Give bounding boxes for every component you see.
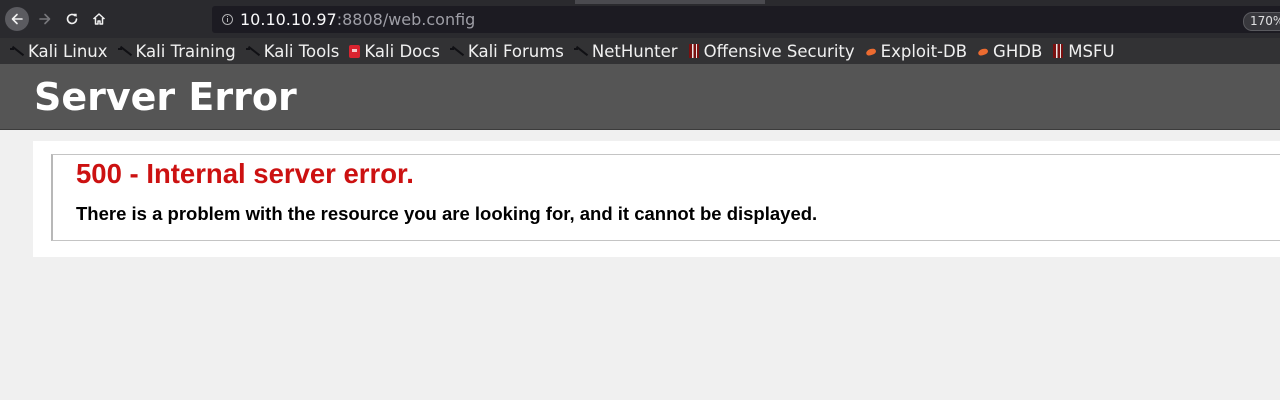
reload-icon (66, 13, 78, 25)
info-icon[interactable] (222, 14, 233, 25)
bookmark-ghdb[interactable]: GHDB (977, 42, 1042, 61)
bookmark-label: Exploit-DB (880, 41, 968, 61)
bookmark-kali-tools[interactable]: Kali Tools (245, 41, 340, 61)
home-icon (92, 13, 106, 25)
bookmark-kali-training[interactable]: Kali Training (117, 41, 236, 61)
reload-button[interactable] (60, 7, 84, 31)
error-title: 500 - Internal server error. (76, 158, 414, 189)
bookmark-label: Kali Linux (28, 41, 108, 61)
error-message: There is a problem with the resource you… (76, 203, 818, 224)
bookmark-offensive-security[interactable]: Offensive Security (688, 42, 855, 61)
url-path: :8808/web.config (336, 10, 476, 29)
home-button[interactable] (87, 7, 111, 31)
bookmark-label: Kali Forums (467, 41, 564, 61)
bookmark-label: NetHunter (591, 41, 678, 61)
back-button[interactable] (5, 7, 29, 31)
bookmark-msfu[interactable]: MSFU (1052, 41, 1115, 61)
kali-docs-icon (349, 44, 361, 58)
bookmark-kali-forums[interactable]: Kali Forums (449, 41, 564, 61)
bookmark-label: Kali Docs (364, 41, 440, 61)
kali-dragon-icon (449, 44, 464, 58)
url-host: 10.10.10.97 (240, 10, 337, 29)
address-bar[interactable]: 10.10.10.97:8808/web.config (212, 6, 1280, 33)
url-text[interactable]: 10.10.10.97:8808/web.config (240, 10, 475, 30)
arrow-right-icon (39, 13, 51, 25)
content-container: 500 - Internal server error. There is a … (33, 141, 1280, 257)
forward-button[interactable] (33, 7, 57, 31)
kali-dragon-icon (573, 44, 588, 58)
bookmark-nethunter[interactable]: NetHunter (573, 41, 678, 61)
bookmarks-bar: Kali Linux Kali Training Kali Tools Kali… (0, 38, 1280, 64)
bookmark-kali-linux[interactable]: Kali Linux (10, 42, 108, 61)
active-tab-indicator (575, 0, 765, 4)
offsec-icon (1052, 44, 1064, 58)
exploit-db-icon (865, 45, 877, 57)
bookmark-label: MSFU (1068, 41, 1115, 61)
bookmark-kali-docs[interactable]: Kali Docs (349, 42, 440, 61)
error-box: 500 - Internal server error. There is a … (51, 154, 1280, 241)
bookmark-label: Kali Tools (263, 41, 340, 61)
kali-dragon-icon (117, 44, 132, 58)
offsec-icon (688, 44, 700, 58)
bookmark-exploit-db[interactable]: Exploit-DB (865, 42, 967, 61)
kali-dragon-icon (245, 44, 260, 58)
exploit-db-icon (977, 45, 989, 57)
page-header: Server Error (0, 64, 1280, 130)
bookmark-label: Kali Training (135, 41, 236, 61)
bookmark-label: GHDB (993, 41, 1043, 61)
bookmark-label: Offensive Security (703, 41, 855, 61)
arrow-left-icon (11, 13, 23, 25)
zoom-level-badge[interactable]: 170% (1243, 12, 1280, 31)
kali-dragon-icon (10, 44, 24, 58)
page-title: Server Error (34, 75, 297, 119)
browser-toolbar: 10.10.10.97:8808/web.config 170% (0, 0, 1280, 38)
